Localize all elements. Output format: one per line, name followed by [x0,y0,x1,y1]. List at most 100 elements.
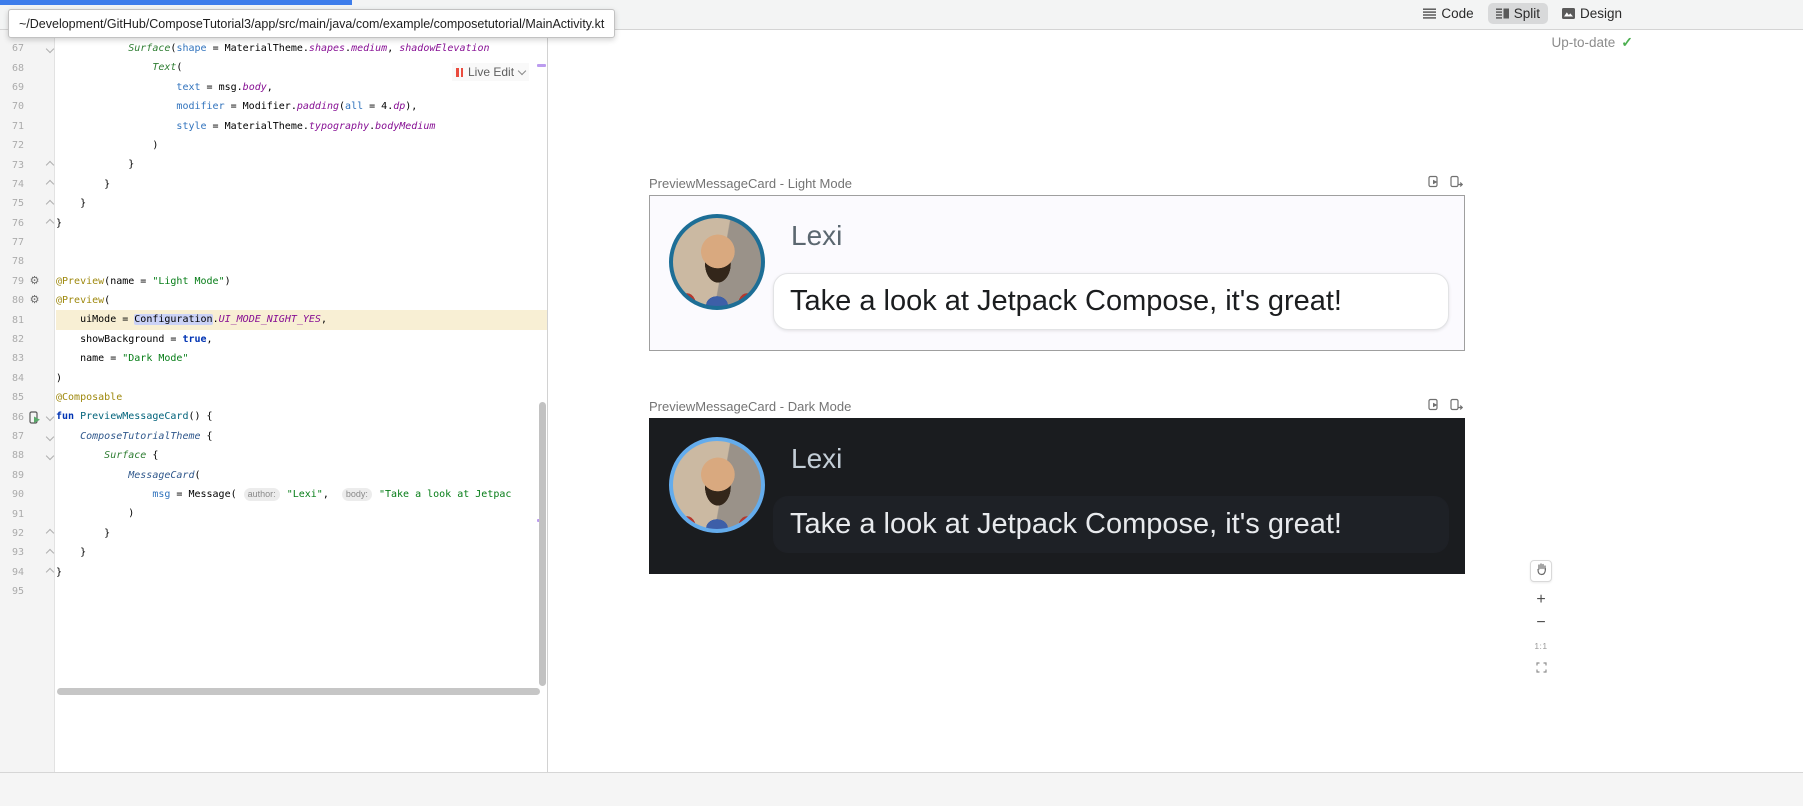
code-text[interactable]: fun PreviewMessageCard() { [56,407,547,426]
fold-marker-icon[interactable] [43,201,56,207]
code-line[interactable]: 87 ComposeTutorialTheme { [0,427,547,446]
line-number: 70 [0,101,26,112]
line-number: 68 [0,63,26,74]
code-line[interactable]: 74 } [0,175,547,194]
code-lines[interactable]: 67 Surface(shape = MaterialTheme.shapes.… [0,39,547,601]
code-line[interactable]: 70 modifier = Modifier.padding(all = 4.d… [0,97,547,116]
code-line[interactable]: 80⚙@Preview( [0,291,547,310]
code-line[interactable]: 76} [0,214,547,233]
pan-tool-button[interactable] [1530,560,1552,582]
line-number: 86 [0,412,26,423]
fold-marker-icon[interactable] [43,569,56,575]
code-line[interactable]: 83 name = "Dark Mode" [0,349,547,368]
code-line[interactable]: 85 @Composable [0,388,547,407]
code-line[interactable]: 88 Surface { [0,446,547,465]
code-line[interactable]: 93 } [0,543,547,562]
check-icon: ✓ [1621,34,1633,51]
code-line[interactable]: 78 [0,252,547,271]
fold-marker-icon[interactable] [43,434,56,440]
code-line[interactable]: 73 } [0,155,547,174]
zoom-in-button[interactable]: + [1530,590,1552,610]
code-text[interactable]: name = "Dark Mode" [56,349,547,368]
code-text[interactable]: msg = Message( author: "Lexi", body: "Ta… [56,485,547,504]
code-line[interactable]: 89 MessageCard( [0,466,547,485]
interactive-mode-icon[interactable] [1428,175,1441,188]
code-line[interactable]: 91 ) [0,504,547,523]
code-text[interactable] [56,252,547,271]
code-text[interactable]: ) [56,369,547,388]
code-text[interactable]: } [56,563,547,582]
code-text[interactable]: showBackground = true, [56,330,547,349]
code-line[interactable]: 90 msg = Message( author: "Lexi", body: … [0,485,547,504]
fold-marker-icon[interactable] [43,414,56,420]
code-line[interactable]: 67 Surface(shape = MaterialTheme.shapes.… [0,39,547,58]
code-line[interactable]: 86 fun PreviewMessageCard() { [0,407,547,426]
interactive-mode-icon[interactable] [1428,398,1441,411]
code-text[interactable]: ) [56,136,547,155]
run-on-device-icon[interactable] [1450,175,1463,188]
vertical-scrollbar[interactable] [539,402,546,686]
run-on-device-icon[interactable] [1450,398,1463,411]
message-text: Take a look at Jetpack Compose, it's gre… [790,508,1342,541]
code-text[interactable] [56,233,547,252]
fold-marker-icon[interactable] [43,453,56,459]
message-bubble: Take a look at Jetpack Compose, it's gre… [773,273,1449,330]
code-text[interactable] [56,582,547,601]
code-line[interactable]: 95 [0,582,547,601]
code-text[interactable]: style = MaterialTheme.typography.bodyMed… [56,117,547,136]
fold-marker-icon[interactable] [43,46,56,52]
run-preview-icon[interactable] [26,411,43,424]
code-text[interactable]: } [56,155,547,174]
fold-marker-icon[interactable] [43,220,56,226]
design-view-button[interactable]: Design [1554,3,1630,24]
code-line[interactable]: 84) [0,369,547,388]
line-number: 75 [0,198,26,209]
preview-surface[interactable]: LexiTake a look at Jetpack Compose, it's… [649,195,1465,351]
live-edit-widget[interactable]: Live Edit [452,63,529,81]
zoom-out-button[interactable]: − [1530,613,1552,633]
code-line[interactable]: 92 } [0,524,547,543]
code-text[interactable]: Surface { [56,446,547,465]
code-line[interactable]: 72 ) [0,136,547,155]
code-line[interactable]: 75 } [0,194,547,213]
line-number: 74 [0,179,26,190]
code-line[interactable]: 79⚙@Preview(name = "Light Mode") [0,272,547,291]
preview-surface[interactable]: LexiTake a look at Jetpack Compose, it's… [649,418,1465,574]
code-line[interactable]: 77 [0,233,547,252]
code-text[interactable]: uiMode = Configuration.UI_MODE_NIGHT_YES… [56,310,547,329]
bottom-strip [0,772,1803,806]
code-text[interactable]: @Preview( [56,291,547,310]
code-text[interactable]: ) [56,504,547,523]
code-text[interactable]: MessageCard( [56,466,547,485]
code-text[interactable]: ComposeTutorialTheme { [56,427,547,446]
line-number: 95 [0,586,26,597]
zoom-to-fit-button[interactable] [1530,659,1552,679]
line-number: 76 [0,218,26,229]
code-line[interactable]: 81 uiMode = Configuration.UI_MODE_NIGHT_… [0,310,547,329]
code-text[interactable]: modifier = Modifier.padding(all = 4.dp), [56,97,547,116]
code-text[interactable]: @Composable [56,388,547,407]
code-line[interactable]: 71 style = MaterialTheme.typography.body… [0,117,547,136]
code-text[interactable]: } [56,543,547,562]
code-text[interactable]: } [56,524,547,543]
fold-marker-icon[interactable] [43,530,56,536]
code-text[interactable]: } [56,175,547,194]
code-editor[interactable]: 67 Surface(shape = MaterialTheme.shapes.… [0,30,547,772]
preview-settings-gear-icon[interactable]: ⚙ [26,295,43,306]
code-text[interactable]: @Preview(name = "Light Mode") [56,272,547,291]
horizontal-scrollbar[interactable] [57,688,540,695]
fold-marker-icon[interactable] [43,550,56,556]
code-text[interactable]: } [56,194,547,213]
zoom-actual-button[interactable]: 1:1 [1530,636,1552,656]
preview-settings-gear-icon[interactable]: ⚙ [26,276,43,287]
code-text[interactable]: } [56,214,547,233]
code-text[interactable]: Surface(shape = MaterialTheme.shapes.med… [56,39,547,58]
fold-marker-icon[interactable] [43,162,56,168]
code-lines-icon [1423,8,1436,19]
line-number: 85 [0,392,26,403]
code-line[interactable]: 82 showBackground = true, [0,330,547,349]
code-line[interactable]: 94} [0,563,547,582]
split-view-button[interactable]: Split [1488,3,1548,24]
code-view-button[interactable]: Code [1415,3,1481,24]
fold-marker-icon[interactable] [43,181,56,187]
